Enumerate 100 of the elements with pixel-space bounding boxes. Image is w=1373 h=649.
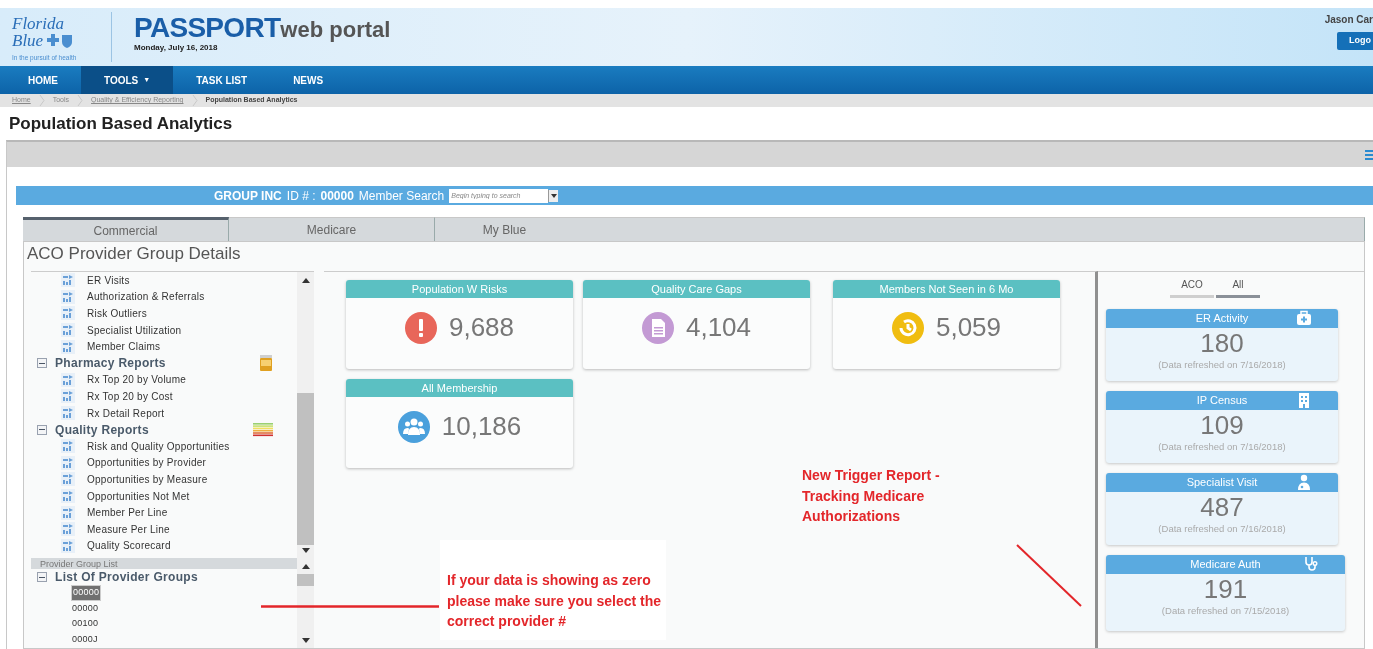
report-link[interactable]: Member Per Line [87, 505, 168, 521]
provider-group-item[interactable]: 0000J [71, 632, 99, 646]
metric-value: 9,688 [448, 311, 515, 344]
metric-value: 109 [1199, 410, 1245, 440]
provider-group-item[interactable]: 00100 [71, 617, 100, 631]
report-link[interactable]: Specialist Utilization [87, 322, 182, 338]
metric-value: 5,059 [935, 311, 1002, 344]
card-title: Specialist Visit [1186, 475, 1258, 491]
jar-icon [259, 355, 273, 372]
document-icon [641, 311, 674, 344]
card-title: ER Activity [1195, 311, 1249, 327]
panel-title: ACO Provider Group Details [26, 243, 242, 265]
chevron-icon [38, 95, 45, 106]
dropdown-icon[interactable] [548, 189, 559, 202]
date-text: Monday, July 16, 2018 [134, 42, 219, 54]
card-title: All Membership [421, 380, 498, 396]
group-name: GROUP INC [214, 187, 282, 205]
provider-group-item[interactable]: 00000 [71, 601, 100, 615]
section-heading: Pharmacy Reports [55, 355, 167, 373]
report-icon [61, 339, 75, 354]
metric-value: 10,186 [441, 410, 522, 443]
report-link[interactable]: Risk Outliers [87, 306, 147, 321]
refresh-note: (Data refreshed on 7/16/2018) [1157, 358, 1287, 372]
collapse-toggle[interactable] [37, 358, 47, 369]
report-link[interactable]: Opportunities Not Met [87, 488, 190, 504]
report-icon [61, 289, 75, 304]
card-title: Medicare Auth [1190, 557, 1261, 573]
user-name: Jason Car [1324, 13, 1373, 27]
refresh-note: (Data refreshed on 7/16/2018) [1157, 440, 1287, 454]
report-icon [61, 389, 75, 404]
report-icon [61, 273, 75, 288]
report-icon [61, 538, 75, 553]
section-heading: Quality Reports [55, 421, 150, 439]
search-label: Member Search [358, 187, 445, 205]
report-link[interactable]: Quality Scorecard [87, 538, 171, 554]
id-label: ID # : [286, 187, 316, 205]
metric-value: 487 [1199, 492, 1245, 522]
provider-group-item[interactable]: 00000 [71, 585, 102, 601]
scope-toggle[interactable]: All [1216, 277, 1260, 302]
report-link[interactable]: Opportunities by Measure [87, 471, 208, 487]
people-icon [397, 410, 430, 443]
tab[interactable]: Medicare [229, 217, 435, 241]
report-link[interactable]: Opportunities by Provider [87, 455, 207, 471]
report-icon [61, 406, 75, 421]
report-link[interactable]: ER Visits [87, 272, 130, 288]
card-title: Members Not Seen in 6 Mo [879, 281, 1014, 297]
nav-item[interactable]: TASK LIST [173, 66, 271, 94]
annotation-note: New Trigger Report - Tracking Medicare Authorizations [802, 466, 941, 526]
nav-item[interactable]: NEWS [270, 66, 347, 94]
report-link[interactable]: Risk and Quality Opportunities [87, 438, 230, 454]
chevron-icon [77, 95, 84, 106]
card-title: Population W Risks [411, 281, 508, 297]
report-icon [61, 522, 75, 537]
report-link[interactable]: Authorization & Referrals [87, 289, 205, 305]
scrollbar[interactable] [297, 558, 314, 648]
refresh-note: (Data refreshed on 7/16/2018) [1157, 522, 1287, 536]
brand-name: PASSPORT [134, 14, 281, 42]
report-link[interactable]: Rx Detail Report [87, 405, 165, 421]
brand-suffix: web portal [280, 19, 391, 41]
page-title: Population Based Analytics [8, 113, 234, 135]
metric-value: 180 [1199, 328, 1245, 358]
card-title: Quality Care Gaps [651, 281, 742, 297]
report-link[interactable]: Rx Top 20 by Volume [87, 372, 187, 388]
report-icon [61, 306, 75, 321]
report-icon [61, 489, 75, 503]
collapse-toggle[interactable] [37, 572, 47, 582]
report-icon [61, 505, 75, 520]
scroll-thumb[interactable] [297, 574, 314, 586]
scroll-thumb[interactable] [297, 393, 314, 545]
report-icon [61, 439, 75, 454]
report-link[interactable]: Measure Per Line [87, 521, 170, 537]
chevron-icon [191, 95, 198, 106]
list-title: Provider Group List [40, 558, 118, 569]
report-link[interactable]: Member Claims [87, 339, 161, 355]
alert-icon [404, 311, 437, 344]
scrollbar[interactable] [297, 272, 314, 558]
collapse-toggle[interactable] [37, 424, 47, 435]
annotation-note: If your data is showing as zero please make sure you select the correct provider # [440, 540, 666, 640]
report-icon [61, 472, 75, 487]
tab[interactable]: My Blue [435, 217, 1365, 241]
refresh-note: (Data refreshed on 7/15/2018) [1160, 604, 1291, 618]
metric-value: 191 [1202, 574, 1249, 604]
scope-toggle[interactable]: ACO [1170, 277, 1214, 302]
logout-button[interactable]: Logo [1337, 32, 1373, 50]
menu-icon[interactable] [1365, 149, 1373, 160]
card-title: IP Census [1196, 393, 1248, 409]
leader-line [1016, 544, 1082, 607]
report-icon [61, 323, 75, 338]
logo-text: Florida [12, 15, 65, 32]
report-icon [61, 455, 75, 470]
report-icon [61, 372, 75, 387]
group-id: 00000 [320, 187, 354, 205]
history-icon [891, 311, 924, 344]
tab[interactable]: Commercial [23, 217, 229, 241]
cross-shield-icon [47, 33, 74, 48]
stethoscope-icon [1303, 556, 1319, 572]
report-link[interactable]: Rx Top 20 by Cost [87, 388, 173, 404]
metric-value: 4,104 [685, 311, 752, 344]
nav-item[interactable]: HOME [5, 66, 81, 94]
bars-icon [253, 422, 273, 437]
